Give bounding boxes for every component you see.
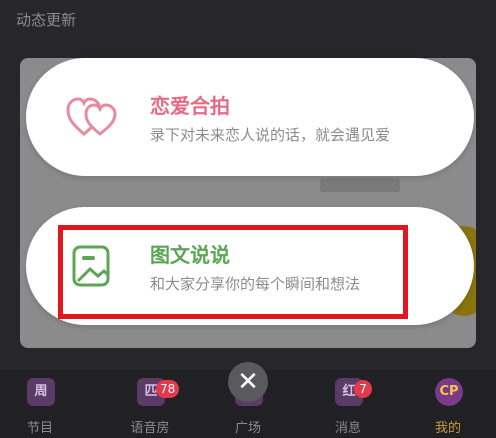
nav-label: 广场 — [234, 421, 261, 436]
cp-icon: CP — [435, 378, 463, 406]
nav-label: 消息 — [334, 421, 361, 436]
nav-item-voice-room[interactable]: 匹 78 语音房 — [110, 370, 190, 438]
love-video-option[interactable]: 恋爱合拍 录下对未来恋人说的话，就会遇见爱 — [26, 58, 474, 176]
nav-item-mine[interactable]: CP 我的 — [408, 370, 488, 438]
nav-item-messages[interactable]: 红 7 消息 — [308, 370, 388, 438]
hearts-icon — [66, 97, 117, 136]
nav-item-programs[interactable]: 周 节目 — [0, 370, 80, 438]
close-button[interactable]: ✕ — [228, 362, 268, 402]
programs-icon: 周 — [27, 378, 55, 406]
section-title: 动态更新 — [16, 11, 77, 29]
messages-badge: 7 — [354, 380, 372, 398]
highlight-box — [58, 225, 408, 319]
love-video-title: 恋爱合拍 — [150, 94, 230, 118]
dimmed-content-strip — [320, 178, 400, 192]
nav-label: 语音房 — [130, 421, 170, 436]
nav-label: 节目 — [26, 421, 53, 436]
love-video-description: 录下对未来恋人说的话，就会遇见爱 — [150, 126, 391, 144]
nav-label: 我的 — [434, 421, 461, 436]
voice-room-badge: 78 — [156, 380, 180, 398]
